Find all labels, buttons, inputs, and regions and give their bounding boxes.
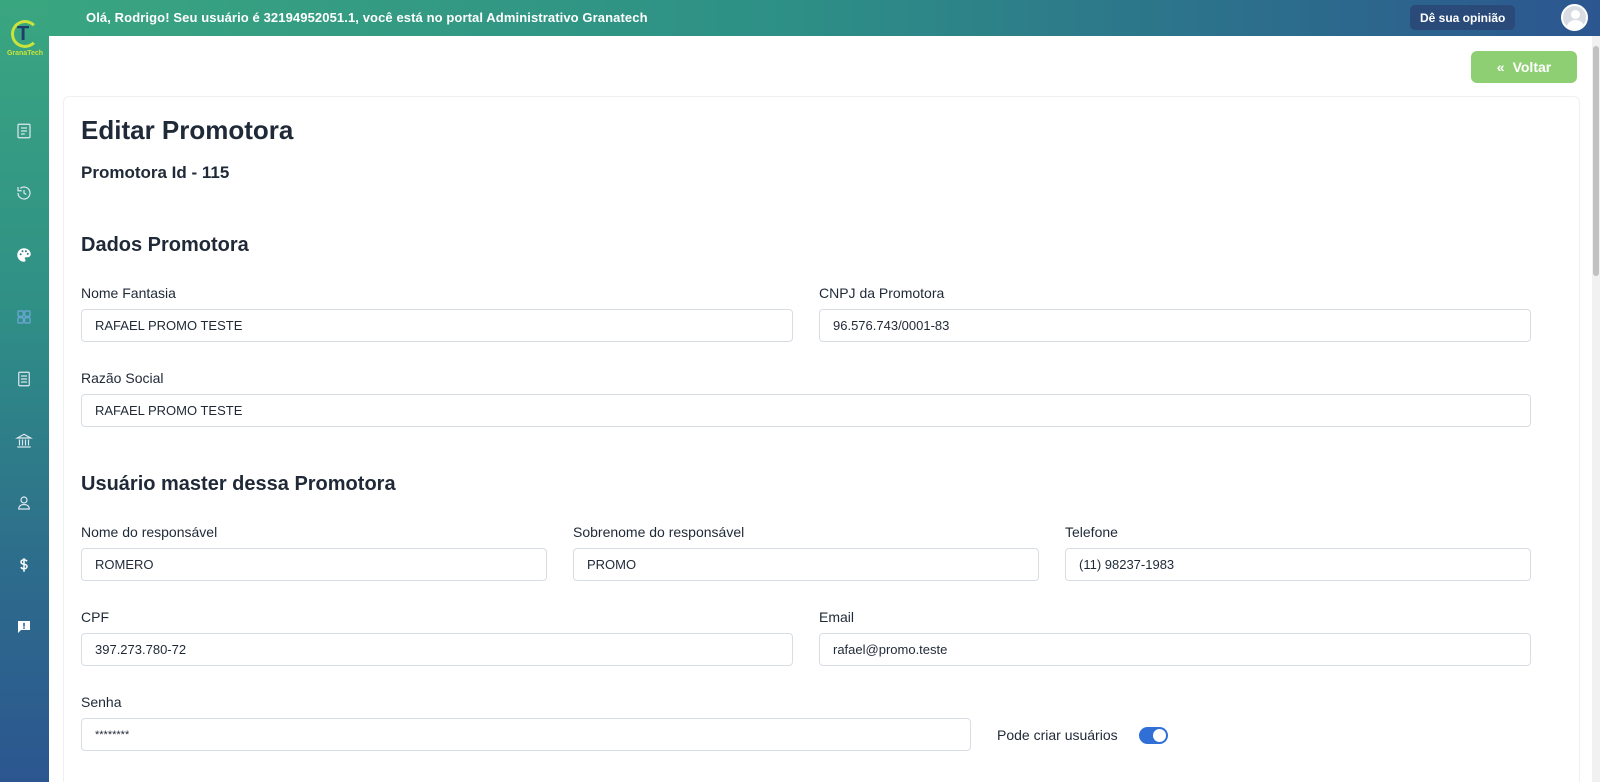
main-content: « Voltar Editar Promotora Promotora Id -… bbox=[49, 36, 1600, 782]
nome-responsavel-label: Nome do responsável bbox=[81, 524, 218, 540]
receipt-icon[interactable] bbox=[12, 367, 36, 391]
nome-fantasia-field[interactable]: RAFAEL PROMO TESTE bbox=[81, 309, 793, 342]
email-field[interactable]: rafael@promo.teste bbox=[819, 633, 1531, 666]
pode-criar-usuarios-label: Pode criar usuários bbox=[997, 727, 1118, 743]
double-chevron-left-icon: « bbox=[1496, 59, 1505, 75]
avatar[interactable] bbox=[1561, 4, 1588, 31]
cpf-label: CPF bbox=[81, 609, 109, 625]
pode-criar-usuarios-toggle[interactable] bbox=[1139, 727, 1168, 744]
logo-letter: T bbox=[17, 23, 30, 45]
telefone-field[interactable]: (11) 98237-1983 bbox=[1065, 548, 1531, 581]
nome-responsavel-field[interactable]: ROMERO bbox=[81, 548, 547, 581]
sidebar: T GranaTech bbox=[0, 0, 49, 782]
razao-social-field[interactable]: RAFAEL PROMO TESTE bbox=[81, 394, 1531, 427]
feedback-button[interactable]: Dê sua opinião bbox=[1410, 5, 1516, 30]
feedback-icon[interactable] bbox=[12, 615, 36, 639]
telefone-label: Telefone bbox=[1065, 524, 1118, 540]
scroll-thumb[interactable] bbox=[1593, 46, 1599, 276]
cnpj-field[interactable]: 96.576.743/0001-83 bbox=[819, 309, 1531, 342]
email-label: Email bbox=[819, 609, 855, 625]
document-icon[interactable] bbox=[12, 119, 36, 143]
granatech-logo[interactable]: T GranaTech bbox=[5, 20, 45, 62]
welcome-message: Olá, Rodrigo! Seu usuário é 32194952051.… bbox=[86, 10, 648, 25]
history-icon[interactable] bbox=[12, 181, 36, 205]
scrollbar[interactable] bbox=[1592, 36, 1600, 782]
bank-icon[interactable] bbox=[12, 429, 36, 453]
razao-social-label: Razão Social bbox=[81, 370, 164, 386]
sobrenome-responsavel-label: Sobrenome do responsável bbox=[573, 524, 745, 540]
section-dados-promotora: Dados Promotora bbox=[81, 234, 249, 256]
palette-icon[interactable] bbox=[12, 243, 36, 267]
nome-fantasia-label: Nome Fantasia bbox=[81, 285, 176, 301]
avatar-head bbox=[1571, 10, 1580, 19]
toggle-knob bbox=[1153, 729, 1166, 742]
avatar-body bbox=[1566, 20, 1585, 29]
top-bar: Olá, Rodrigo! Seu usuário é 32194952051.… bbox=[0, 0, 1600, 36]
page-title: Editar Promotora bbox=[81, 115, 294, 145]
back-button[interactable]: « Voltar bbox=[1471, 51, 1577, 83]
cnpj-label: CNPJ da Promotora bbox=[819, 285, 945, 301]
grid-icon[interactable] bbox=[12, 305, 36, 329]
logo-text: GranaTech bbox=[6, 50, 44, 57]
promotora-id: Promotora Id - 115 bbox=[81, 163, 230, 182]
sobrenome-responsavel-field[interactable]: PROMO bbox=[573, 548, 1039, 581]
form-card: Editar Promotora Promotora Id - 115 Dado… bbox=[63, 96, 1580, 782]
dollar-icon[interactable] bbox=[12, 553, 36, 577]
senha-label: Senha bbox=[81, 694, 122, 710]
back-button-label: Voltar bbox=[1512, 59, 1552, 75]
user-icon[interactable] bbox=[12, 491, 36, 515]
section-usuario-master: Usuário master dessa Promotora bbox=[81, 473, 396, 495]
senha-field[interactable]: ******** bbox=[81, 718, 971, 751]
cpf-field[interactable]: 397.273.780-72 bbox=[81, 633, 793, 666]
